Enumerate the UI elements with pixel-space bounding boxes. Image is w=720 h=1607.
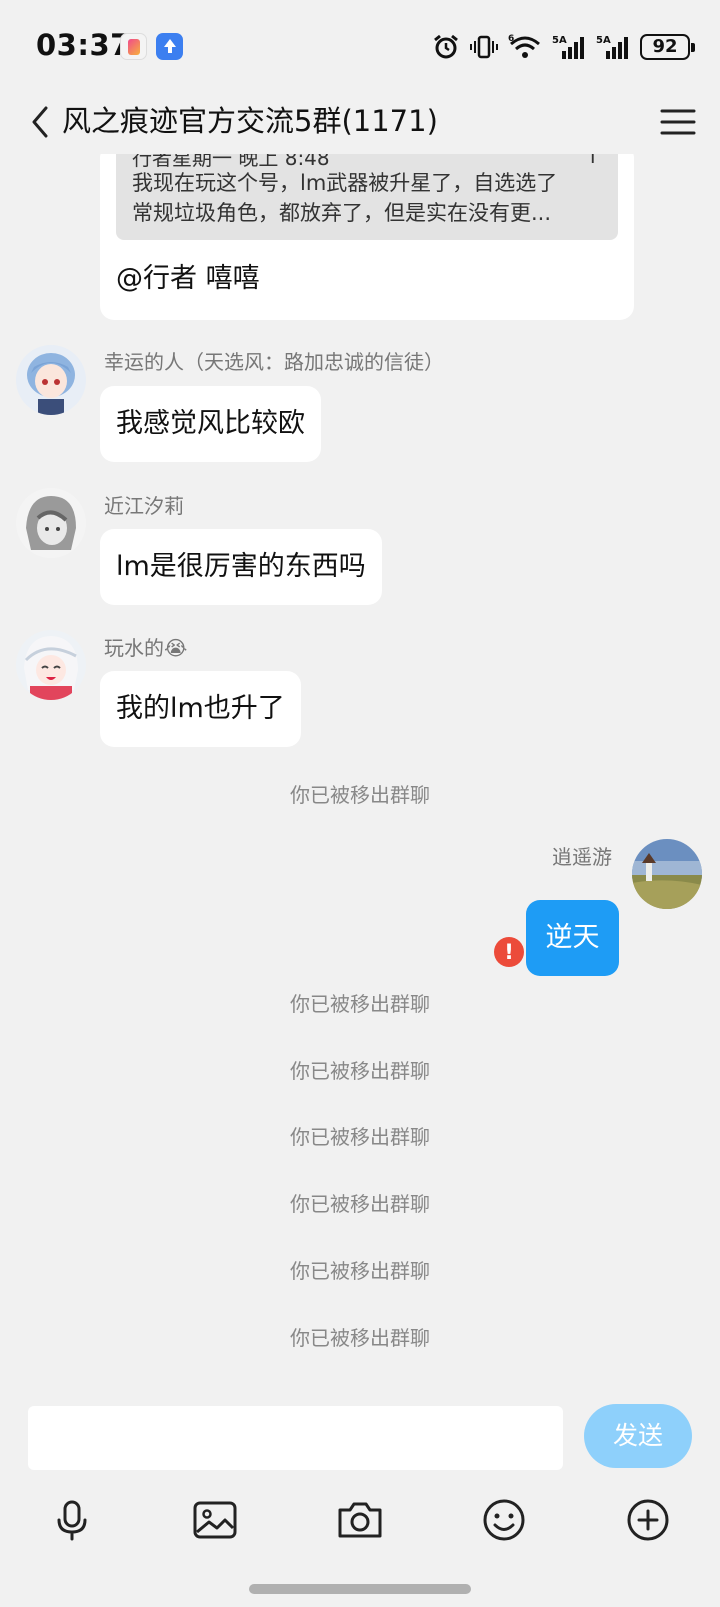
jump-up-icon[interactable]: ↑ bbox=[584, 154, 602, 169]
message-input[interactable] bbox=[28, 1406, 563, 1470]
upload-app-icon bbox=[156, 33, 183, 60]
sender-name-text: 玩水的 bbox=[104, 636, 164, 660]
send-failed-icon[interactable]: ! bbox=[494, 937, 524, 967]
message-list[interactable]: 行者星期一 晚上 8:48 ↑ 我现在玩这个号，lm武器被升星了，自选选了 常规… bbox=[0, 154, 720, 1394]
emoji-icon[interactable] bbox=[476, 1492, 532, 1548]
chat-screen: 03:37 6 5A 5A 92 风之痕迹官方交流5群(1171) 行者星期一 … bbox=[0, 0, 720, 1607]
system-message: 你已被移出群聊 bbox=[290, 992, 430, 1016]
status-icons: 6 5A 5A 92 bbox=[432, 30, 695, 64]
message-bubble[interactable]: lm是很厉害的东西吗 bbox=[100, 529, 382, 605]
menu-icon[interactable] bbox=[656, 100, 700, 144]
group-title: 风之痕迹官方交流5群(1171) bbox=[62, 104, 438, 138]
reply-text: @行者 嘻嘻 bbox=[116, 263, 260, 294]
svg-text:6: 6 bbox=[508, 34, 514, 44]
my-avatar[interactable] bbox=[632, 839, 702, 909]
message-bubble[interactable]: 我的lm也升了 bbox=[100, 671, 301, 747]
my-message-bubble[interactable]: 逆天 bbox=[526, 900, 619, 976]
svg-text:5A: 5A bbox=[596, 35, 611, 46]
camera-icon[interactable] bbox=[332, 1492, 388, 1548]
back-arrow-icon[interactable] bbox=[20, 100, 64, 144]
status-time: 03:37 bbox=[36, 28, 131, 62]
quoted-message[interactable]: 行者星期一 晚上 8:48 ↑ 我现在玩这个号，lm武器被升星了，自选选了 常规… bbox=[116, 154, 618, 240]
crying-emoji-icon: 😭 bbox=[164, 636, 188, 660]
input-bar: 发送 bbox=[0, 1394, 720, 1484]
system-message: 你已被移出群聊 bbox=[290, 1326, 430, 1350]
image-icon[interactable] bbox=[187, 1492, 243, 1548]
avatar[interactable] bbox=[16, 630, 86, 700]
quote-line: 常规垃圾角色，都放弃了，但是实在没有更... bbox=[132, 201, 552, 225]
notification-app-icon bbox=[120, 33, 147, 60]
plus-icon[interactable] bbox=[620, 1492, 676, 1548]
cell-signal-icon: 5A bbox=[552, 35, 584, 59]
avatar[interactable] bbox=[16, 488, 86, 558]
system-message: 你已被移出群聊 bbox=[290, 1259, 430, 1283]
quote-line: 我现在玩这个号，lm武器被升星了，自选选了 bbox=[132, 171, 558, 195]
sender-name: 玩水的😭 bbox=[104, 632, 187, 661]
system-message: 你已被移出群聊 bbox=[290, 1059, 430, 1083]
chat-header: 风之痕迹官方交流5群(1171) bbox=[0, 92, 720, 154]
wifi-icon: 6 bbox=[508, 34, 540, 58]
reply-message-bubble[interactable]: 行者星期一 晚上 8:48 ↑ 我现在玩这个号，lm武器被升星了，自选选了 常规… bbox=[100, 154, 634, 320]
message-bubble[interactable]: 我感觉风比较欧 bbox=[100, 386, 321, 462]
system-message: 你已被移出群聊 bbox=[290, 1192, 430, 1216]
alarm-icon bbox=[434, 34, 458, 59]
status-bar: 03:37 6 5A 5A 92 bbox=[0, 0, 720, 92]
quote-text: 我现在玩这个号，lm武器被升星了，自选选了 常规垃圾角色，都放弃了，但是实在没有… bbox=[132, 168, 608, 228]
avatar[interactable] bbox=[16, 345, 86, 415]
input-toolbar bbox=[0, 1484, 720, 1564]
vibrate-icon bbox=[470, 35, 498, 59]
system-message: 你已被移出群聊 bbox=[290, 1125, 430, 1149]
svg-text:5A: 5A bbox=[552, 35, 567, 46]
sender-name: 近江汐莉 bbox=[104, 494, 184, 518]
microphone-icon[interactable] bbox=[44, 1492, 100, 1548]
battery-indicator: 92 bbox=[640, 34, 695, 60]
sender-name: 幸运的人（天选风：路加忠诚的信徒） bbox=[104, 350, 444, 374]
cell-signal-icon-2: 5A bbox=[596, 35, 628, 59]
send-button[interactable]: 发送 bbox=[584, 1404, 692, 1468]
my-sender-name: 逍遥游 bbox=[552, 845, 612, 869]
home-indicator[interactable] bbox=[249, 1584, 471, 1594]
system-message: 你已被移出群聊 bbox=[290, 783, 430, 807]
